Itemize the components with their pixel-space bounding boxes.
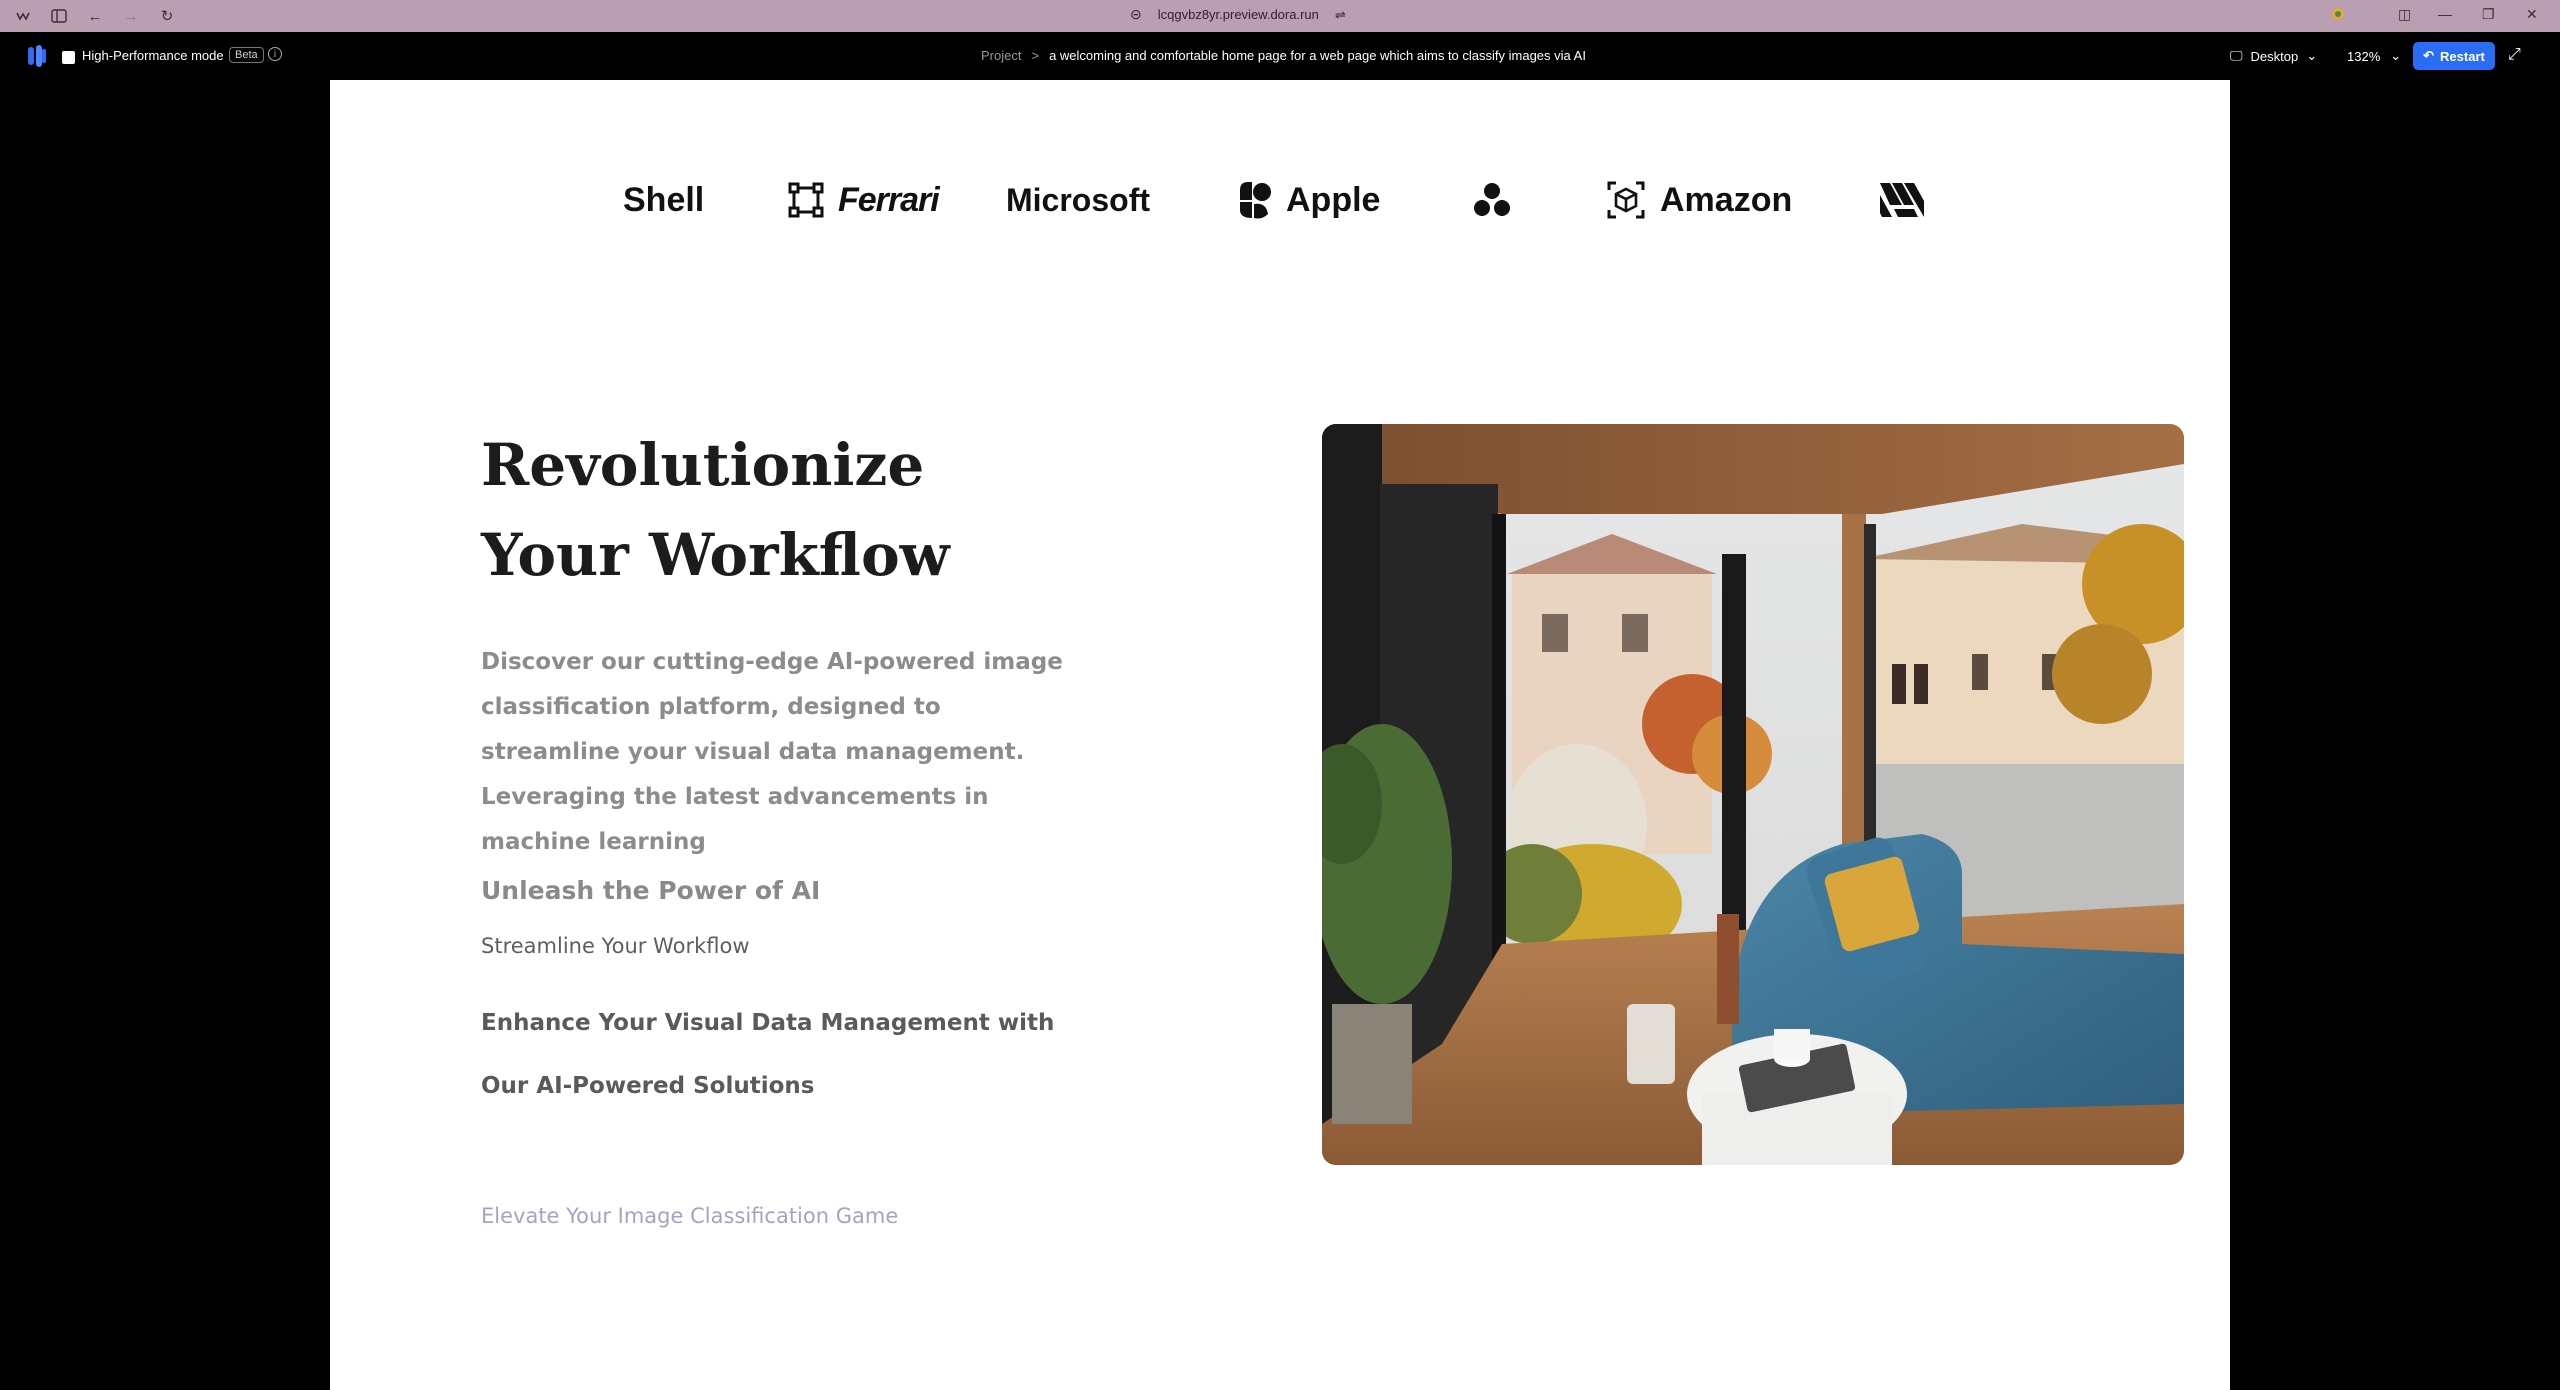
hero-title: Revolutionize Your Workflow [481,420,1181,600]
zoom-label: 132% [2347,48,2381,64]
hero-image [1322,424,2184,1165]
cube-icon [1607,181,1645,219]
url-text: lcqgvbz8yr.preview.dora.run [1157,7,1319,22]
fullscreen-icon[interactable]: ⤢ [2508,46,2521,64]
zoom-selector[interactable]: 132% ⌄ [2347,48,2401,64]
browser-chrome: ← → ↻ ⊝ lcqgvbz8yr.preview.dora.run ⇌ ◫ … [0,0,2560,32]
hero-feature-text: Enhance Your Visual Data Management with… [481,1010,1055,1099]
logo-apple: Apple [1236,150,1380,250]
wave-mark-icon [1880,183,1924,217]
three-dots-icon [1474,183,1510,216]
logo-ferrari: Ferrari [788,150,940,250]
chevron-down-icon: ⌄ [2390,48,2402,63]
restart-icon: ↶ [2423,48,2435,63]
logo-wave [1878,150,1926,250]
hero-link[interactable]: Elevate Your Image Classification Game [481,1204,898,1228]
restore-icon[interactable]: ❐ [2482,6,2495,23]
high-performance-label: High-Performance mode [82,48,224,63]
extension-icon[interactable] [2330,6,2346,25]
preview-canvas: Shell Ferrari Microsoft Apple Amazon Rev… [330,80,2230,1390]
hero-tagline: Streamline Your Workflow [481,934,750,958]
reload-icon[interactable]: ↻ [158,7,176,25]
split-view-icon[interactable]: ◫ [2398,6,2411,23]
close-icon[interactable]: ✕ [2526,6,2538,23]
hero-title-line1: Revolutionize [481,431,925,499]
blob-icon [1240,182,1271,219]
info-icon[interactable]: i [268,47,282,61]
back-icon[interactable]: ← [86,7,104,25]
breadcrumb-separator: > [1031,48,1040,63]
logo-dots [1473,150,1511,250]
beta-badge: Beta [229,47,264,63]
logo-strip: Shell Ferrari Microsoft Apple Amazon [330,150,2230,250]
address-bar[interactable]: ⊝ lcqgvbz8yr.preview.dora.run ⇌ [1130,6,1346,23]
frame-icon [788,182,824,218]
device-label: Desktop [2250,48,2299,64]
high-performance-checkbox[interactable] [62,51,75,64]
link-icon: ⊝ [1130,6,1142,22]
breadcrumb-project[interactable]: Project [981,48,1021,63]
logo-microsoft: Microsoft [1006,181,1150,218]
restart-button[interactable]: ↶ Restart [2413,42,2495,70]
breadcrumb: Project > a welcoming and comfortable ho… [981,48,1586,63]
hero-title-line2: Your Workflow [481,521,950,589]
chevron-down-icon: ⌄ [2306,48,2318,63]
sidebar-toggle-icon[interactable] [50,7,68,25]
device-selector[interactable]: 🖵 Desktop ⌄ [2230,48,2317,64]
app-logo-icon[interactable] [26,44,48,68]
browser-logo-icon[interactable] [14,7,32,25]
hero-description: Discover our cutting-edge AI-powered ima… [481,649,1063,855]
monitor-icon: 🖵 [2230,48,2243,63]
minimize-icon[interactable]: — [2438,6,2452,22]
hero-subheading: Unleash the Power of AI [481,876,821,905]
site-settings-icon[interactable]: ⇌ [1335,7,1346,23]
forward-icon[interactable]: → [122,7,140,25]
restart-label: Restart [2440,48,2485,64]
breadcrumb-page[interactable]: a welcoming and comfortable home page fo… [1049,48,1586,63]
logo-shell: Shell [623,180,705,219]
app-toolbar: High-Performance mode Beta i Project > a… [0,32,2560,80]
logo-amazon: Amazon [1606,150,1792,250]
